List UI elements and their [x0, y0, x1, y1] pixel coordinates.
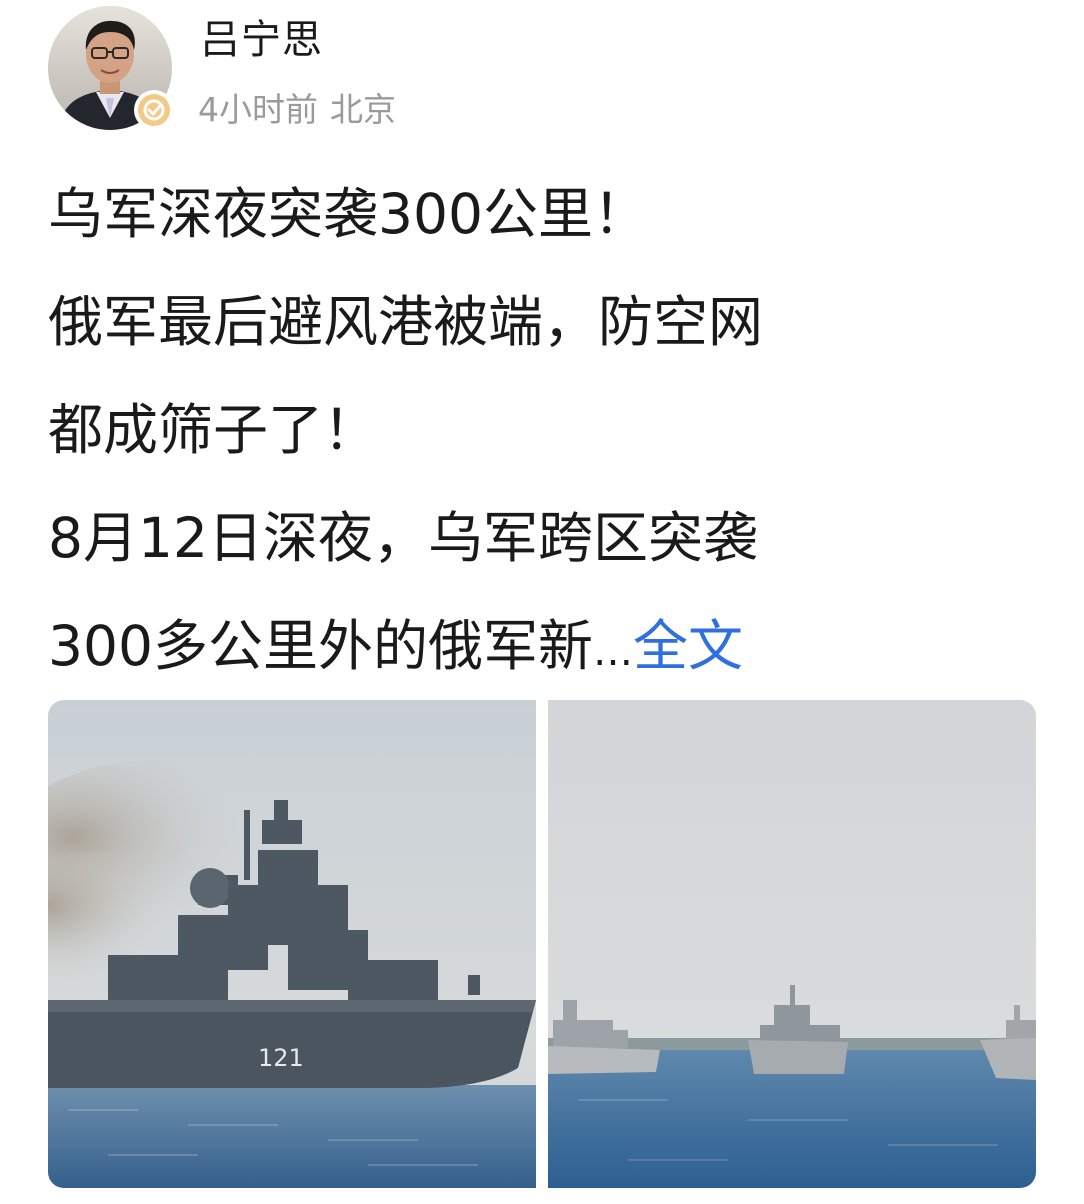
post-text[interactable]: 乌军深夜突袭300公里！ 俄军最后避风港被端，防空网 都成筛子了！ 8月12日深… — [48, 160, 1038, 700]
post-location: 北京 — [330, 90, 396, 129]
post-time: 4小时前 — [198, 90, 318, 129]
ellipsis: … — [592, 629, 633, 675]
post-line: 300多公里外的俄军新 — [48, 614, 593, 678]
full-text-link[interactable]: 全文 — [633, 614, 743, 678]
post-meta: 4小时前 北京 — [198, 88, 396, 132]
post-line: 都成筛子了！ — [48, 398, 379, 462]
post-line: 乌军深夜突袭300公里！ — [48, 182, 648, 246]
post-last-line: 300多公里外的俄军新…全文 — [48, 592, 1038, 700]
image-grid: 121 — [48, 700, 1036, 1188]
warships-photo-right[interactable] — [548, 700, 1036, 1188]
post-line: 俄军最后避风港被端，防空网 — [48, 290, 764, 354]
verified-badge-icon — [134, 90, 174, 130]
hull-number: 121 — [258, 1044, 304, 1072]
post-line: 8月12日深夜，乌军跨区突袭 — [48, 506, 758, 570]
author-header: 吕宁思 4小时前 北京 — [48, 4, 1028, 132]
author-name[interactable]: 吕宁思 — [200, 14, 323, 66]
warship-photo-left[interactable]: 121 — [48, 700, 536, 1188]
